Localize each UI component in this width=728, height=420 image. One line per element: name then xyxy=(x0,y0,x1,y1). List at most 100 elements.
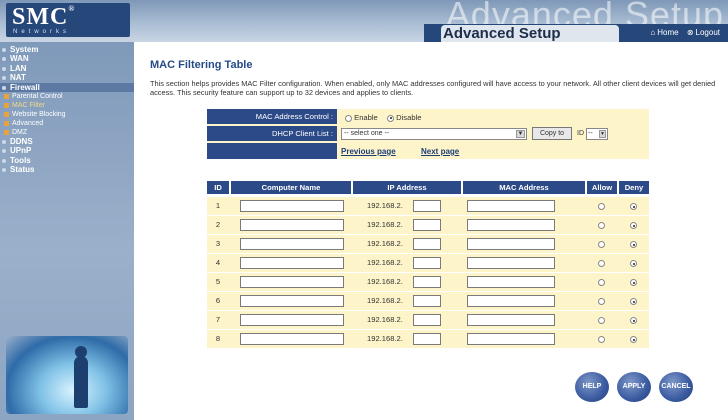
enable-option[interactable]: Enable xyxy=(345,113,378,122)
logout-icon: ⊗ xyxy=(686,28,694,37)
sidebar-subitem-advanced[interactable]: Advanced xyxy=(0,119,134,128)
select-value: -- select one -- xyxy=(344,130,390,137)
mac-address-input[interactable] xyxy=(467,276,555,288)
sidebar-item-system[interactable]: System xyxy=(0,45,134,54)
bullet-icon xyxy=(2,76,6,81)
column-header-computer-name: Computer Name xyxy=(231,181,351,194)
allow-radio[interactable] xyxy=(598,260,605,268)
mac-address-input[interactable] xyxy=(467,238,555,250)
sidebar-item-label: WAN xyxy=(10,54,29,64)
copy-to-button[interactable]: Copy to xyxy=(532,127,572,140)
computer-name-input[interactable] xyxy=(240,219,344,231)
sidebar-item-firewall[interactable]: Firewall xyxy=(0,82,134,92)
deny-radio[interactable] xyxy=(630,298,637,306)
next-page-link[interactable]: Next page xyxy=(421,147,459,156)
mac-address-input[interactable] xyxy=(467,200,555,212)
disable-option[interactable]: Disable xyxy=(387,113,421,122)
sidebar-item-wan[interactable]: WAN xyxy=(0,54,134,63)
ip-last-octet-input[interactable] xyxy=(413,219,441,231)
sidebar-item-label: Status xyxy=(10,165,35,175)
deny-radio[interactable] xyxy=(630,203,637,211)
ip-last-octet-input[interactable] xyxy=(413,200,441,212)
sidebar-item-ddns[interactable]: DDNS xyxy=(0,137,134,146)
sidebar-item-label: UPnP xyxy=(10,146,32,156)
bullet-icon xyxy=(2,48,6,52)
ip-last-octet-input[interactable] xyxy=(413,257,441,269)
bullet-icon xyxy=(2,158,6,163)
page-title: MAC Filtering Table xyxy=(150,59,253,71)
computer-name-input[interactable] xyxy=(240,295,344,307)
enable-radio[interactable] xyxy=(345,114,352,122)
sidebar-subitem-label: MAC Filter xyxy=(12,101,46,109)
square-bullet-icon xyxy=(4,111,9,117)
sidebar-subitem-parental-control[interactable]: Parental Control xyxy=(0,92,134,101)
computer-name-input[interactable] xyxy=(240,257,344,269)
sidebar-subitem-mac-filter[interactable]: MAC Filter xyxy=(0,101,134,110)
computer-name-input[interactable] xyxy=(240,200,344,212)
cancel-button[interactable]: CANCEL xyxy=(659,372,693,402)
mac-address-input[interactable] xyxy=(467,295,555,307)
mac-address-input[interactable] xyxy=(467,219,555,231)
id-select[interactable]: -- ▼ xyxy=(586,128,608,140)
allow-radio[interactable] xyxy=(598,279,605,287)
row-id: 5 xyxy=(215,277,221,286)
help-button[interactable]: HELP xyxy=(575,372,609,402)
dhcp-client-select[interactable]: -- select one -- ▼ xyxy=(341,128,527,140)
deny-radio[interactable] xyxy=(630,222,637,230)
column-header-mac-address: MAC Address xyxy=(463,181,585,194)
logo-registered-mark: ® xyxy=(68,4,76,13)
home-link[interactable]: Home xyxy=(657,28,678,37)
sidebar-subitem-website-blocking[interactable]: Website Blocking xyxy=(0,110,134,119)
apply-button[interactable]: APPLY xyxy=(617,372,651,402)
square-bullet-icon xyxy=(4,129,9,135)
ip-last-octet-input[interactable] xyxy=(413,314,441,326)
allow-radio[interactable] xyxy=(598,241,605,249)
mac-filter-table: ID Computer Name IP Address MAC Address … xyxy=(207,181,649,349)
allow-radio[interactable] xyxy=(598,317,605,325)
deny-radio[interactable] xyxy=(630,279,637,287)
mac-address-input[interactable] xyxy=(467,333,555,345)
sidebar-item-label: Firewall xyxy=(10,82,40,92)
sidebar-item-lan[interactable]: LAN xyxy=(0,64,134,73)
computer-name-input[interactable] xyxy=(240,238,344,250)
allow-radio[interactable] xyxy=(598,336,605,344)
allow-radio[interactable] xyxy=(598,203,605,211)
mac-address-input[interactable] xyxy=(467,314,555,326)
table-row: 4 192.168.2. xyxy=(207,254,649,272)
ip-prefix: 192.168.2. xyxy=(367,277,403,286)
previous-page-link[interactable]: Previous page xyxy=(341,147,396,156)
tab-advanced-setup[interactable]: Advanced Setup xyxy=(441,25,619,42)
allow-radio[interactable] xyxy=(598,222,605,230)
decorative-illustration xyxy=(6,336,128,414)
sidebar-subitem-dmz[interactable]: DMZ xyxy=(0,128,134,137)
deny-radio[interactable] xyxy=(630,317,637,325)
disable-radio[interactable] xyxy=(387,114,394,122)
computer-name-input[interactable] xyxy=(240,314,344,326)
square-bullet-icon xyxy=(4,93,9,99)
smc-logo: SMC® Networks xyxy=(6,3,130,37)
ip-last-octet-input[interactable] xyxy=(413,276,441,288)
sidebar-item-status[interactable]: Status xyxy=(0,165,134,174)
bullet-icon xyxy=(2,139,6,144)
tab-label: Advanced Setup xyxy=(443,25,561,42)
sidebar-item-upnp[interactable]: UPnP xyxy=(0,146,134,155)
dhcp-client-list-label: DHCP Client List : xyxy=(207,126,337,141)
computer-name-input[interactable] xyxy=(240,333,344,345)
sidebar-item-tools[interactable]: Tools xyxy=(0,156,134,165)
deny-radio[interactable] xyxy=(630,241,637,249)
chevron-down-icon[interactable]: ▼ xyxy=(516,130,525,138)
computer-name-input[interactable] xyxy=(240,276,344,288)
ip-last-octet-input[interactable] xyxy=(413,333,441,345)
chevron-down-icon[interactable]: ▼ xyxy=(599,130,606,138)
sidebar-item-nat[interactable]: NAT xyxy=(0,73,134,82)
ip-last-octet-input[interactable] xyxy=(413,238,441,250)
mac-address-input[interactable] xyxy=(467,257,555,269)
logout-link[interactable]: Logout xyxy=(696,28,720,37)
ip-prefix: 192.168.2. xyxy=(367,296,403,305)
allow-radio[interactable] xyxy=(598,298,605,306)
deny-radio[interactable] xyxy=(630,336,637,344)
sidebar-item-label: NAT xyxy=(10,73,26,83)
deny-radio[interactable] xyxy=(630,260,637,268)
ip-last-octet-input[interactable] xyxy=(413,295,441,307)
table-row: 8 192.168.2. xyxy=(207,330,649,348)
